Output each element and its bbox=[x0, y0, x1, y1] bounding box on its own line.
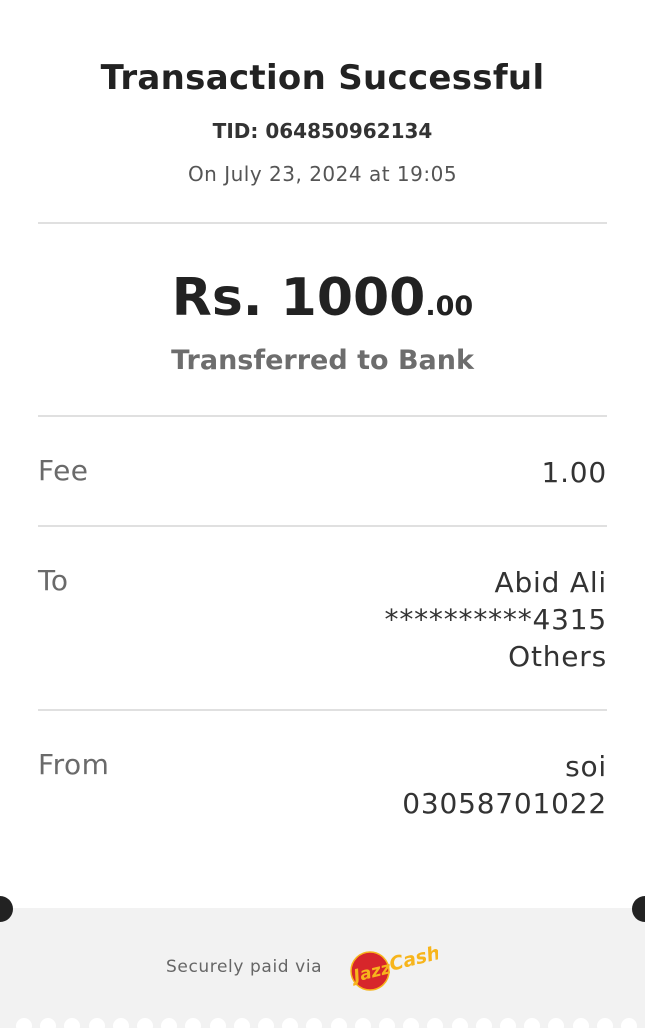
page-title: Transaction Successful bbox=[100, 58, 545, 98]
perforation-dot bbox=[233, 1018, 250, 1028]
footer bbox=[0, 908, 645, 1028]
perforation-dot bbox=[137, 1018, 153, 1028]
to-label: To bbox=[38, 564, 69, 597]
transaction-status: Transferred to Bank bbox=[171, 345, 474, 376]
jazzcash-logo-icon: Jazz Cash bbox=[349, 942, 438, 991]
perforation-dot bbox=[88, 1018, 105, 1028]
to-value: Abid Ali **********4315 Others bbox=[385, 564, 607, 675]
svg-text:Cash: Cash bbox=[387, 942, 438, 976]
perforation-dot bbox=[500, 1018, 516, 1028]
perforation-dot bbox=[64, 1018, 81, 1028]
from-value: soi 03058701022 bbox=[402, 748, 607, 822]
perforation-dot bbox=[185, 1018, 202, 1028]
secure-payment-text: Securely paid via bbox=[166, 957, 323, 977]
perforation-dot bbox=[403, 1018, 420, 1028]
divider bbox=[38, 709, 607, 711]
receipt-perforation bbox=[0, 1018, 645, 1028]
sender-name: soi bbox=[565, 750, 607, 783]
perforation-dot bbox=[258, 1018, 274, 1028]
sender-number: 03058701022 bbox=[402, 787, 607, 820]
perforation-dot bbox=[161, 1018, 178, 1028]
perforation-dot bbox=[282, 1018, 299, 1028]
perforation-dot bbox=[524, 1018, 541, 1028]
perforation-dot bbox=[572, 1018, 589, 1028]
recipient-account: **********4315 bbox=[384, 603, 607, 636]
perforation-dot bbox=[427, 1018, 444, 1028]
fee-amount: 1.00 bbox=[541, 456, 607, 489]
from-label: From bbox=[38, 748, 110, 781]
perforation-dot bbox=[451, 1018, 468, 1028]
perforation-dot bbox=[379, 1018, 395, 1028]
perforation-dot bbox=[112, 1018, 129, 1028]
perforation-dot bbox=[475, 1018, 492, 1028]
recipient-bank: Others bbox=[508, 640, 607, 673]
recipient-name: Abid Ali bbox=[494, 566, 607, 599]
perforation-dot bbox=[330, 1018, 347, 1028]
perforation-dot bbox=[596, 1018, 613, 1028]
receipt-card: Transaction Successful TID: 064850962134… bbox=[0, 0, 645, 908]
fee-label: Fee bbox=[38, 454, 89, 487]
amount-decimal: .00 bbox=[425, 291, 474, 322]
divider bbox=[38, 415, 607, 417]
amount: Rs. 1000.00 bbox=[0, 268, 645, 328]
amount-main: Rs. 1000 bbox=[171, 268, 426, 328]
perforation-dot bbox=[40, 1018, 57, 1028]
perforation-dot bbox=[209, 1018, 226, 1028]
perforation-dot bbox=[548, 1018, 565, 1028]
transaction-datetime: On July 23, 2024 at 19:05 bbox=[187, 162, 458, 186]
perforation-dot bbox=[354, 1018, 371, 1028]
transaction-id: TID: 064850962134 bbox=[212, 119, 433, 143]
perforation-dot bbox=[306, 1018, 323, 1028]
divider bbox=[38, 525, 607, 527]
fee-value: 1.00 bbox=[541, 454, 607, 491]
perforation-dot bbox=[16, 1018, 32, 1028]
perforation-dot bbox=[621, 1018, 637, 1028]
divider bbox=[38, 222, 607, 224]
